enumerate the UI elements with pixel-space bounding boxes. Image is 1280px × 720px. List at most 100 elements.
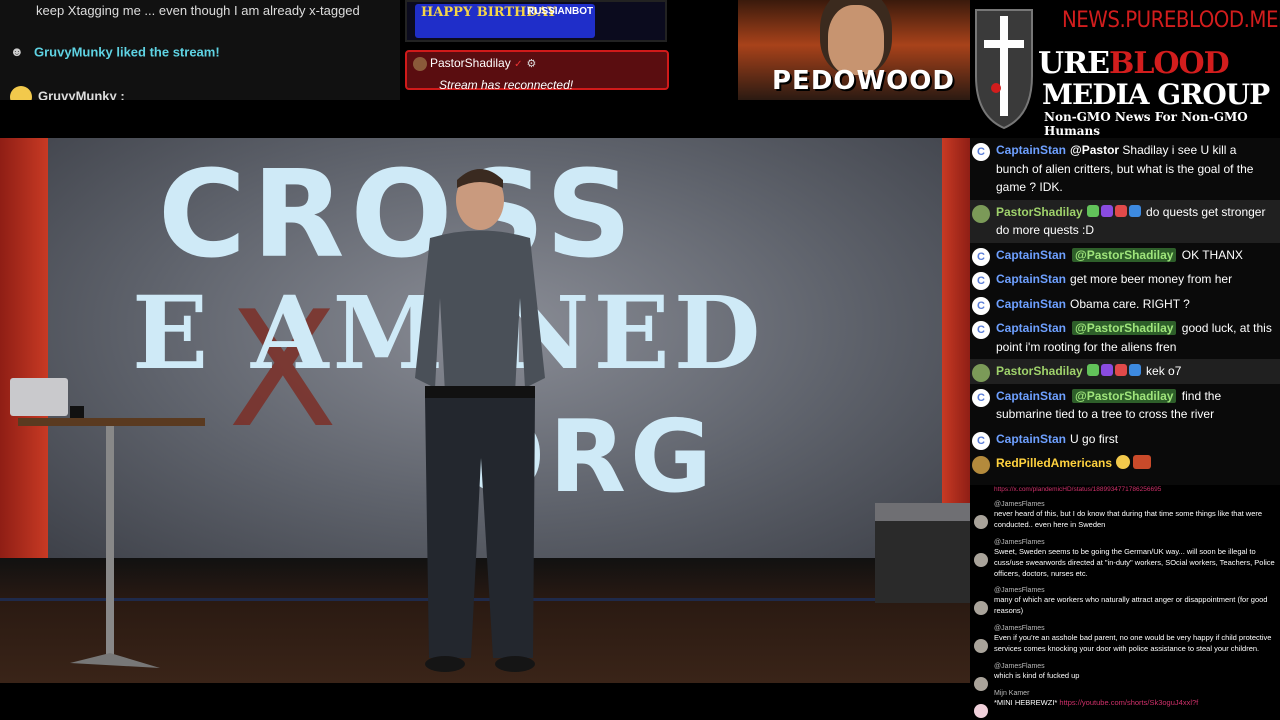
chat-username[interactable]: CaptainStan <box>996 248 1066 262</box>
chat-username[interactable]: PastorShadilay <box>996 364 1083 378</box>
badge-icon <box>1128 204 1141 217</box>
chat-text: OK THANX <box>1181 247 1243 262</box>
chat-message: @JamesFlames many of which are workers wh… <box>970 587 1280 616</box>
brand-line-2: MEDIA GROUP <box>1042 78 1270 111</box>
avatar[interactable] <box>974 515 988 529</box>
avatar <box>413 56 427 71</box>
chat-text: Even if you're an asshole bad parent, no… <box>994 633 1272 653</box>
chat-username[interactable]: CaptainStan <box>996 272 1066 286</box>
brand-logo: NEWS.PUREBLOOD.MEDIA UREBLOOD MEDIA GROU… <box>970 0 1280 138</box>
chat-username[interactable]: CaptainStan <box>996 143 1066 157</box>
chat-message: C CaptainStan @Pastor Shadilay i see U kil… <box>970 138 1280 200</box>
avatar[interactable]: C <box>972 296 990 315</box>
gear-icon[interactable]: ⚙ <box>526 58 536 70</box>
chat-mention[interactable]: @PastorShadilay <box>1072 388 1177 403</box>
chat-message: RedPilledAmericans <box>970 451 1280 476</box>
podium-table <box>10 378 205 668</box>
portrait-image <box>828 5 884 75</box>
badge-icon <box>1100 204 1113 217</box>
chat-username[interactable]: CaptainStan <box>996 432 1066 446</box>
chat-username[interactable]: CaptainStan <box>996 321 1066 335</box>
secondary-chat-panel[interactable]: https://x.com/plandemicHD/status/1889934… <box>970 485 1280 720</box>
avatar[interactable]: C <box>972 247 990 266</box>
badge-icon <box>1128 364 1141 376</box>
chat-username[interactable]: @JamesFlames <box>994 539 1276 546</box>
liked-text: GruvyMunky liked the stream! <box>34 44 220 60</box>
chat-username[interactable]: Mijn Kamer <box>994 690 1276 697</box>
chat-username[interactable]: CaptainStan <box>996 389 1066 403</box>
avatar[interactable] <box>974 677 988 691</box>
video-player[interactable]: X CROSS E AMINED .ORG <box>0 138 970 683</box>
thumbnail-label: PEDOWOOD <box>772 66 955 96</box>
chat-text: which is kind of fucked up <box>994 671 1080 680</box>
chat-message: @JamesFlames never heard of this, but I d… <box>970 501 1280 530</box>
avatar[interactable] <box>974 639 988 653</box>
chat-link[interactable]: https://youtube.com/shorts/Sk3oguJ4xxl?f <box>1059 698 1198 707</box>
badge-icon <box>1114 204 1127 217</box>
bot-tag: RUSSIANBOT <box>527 6 594 17</box>
badge-icon <box>1100 364 1113 376</box>
chat-username[interactable]: @JamesFlames <box>994 663 1276 670</box>
chat-mention[interactable]: @Pastor <box>1070 143 1122 157</box>
emote-icon <box>1133 455 1152 469</box>
overlay-chat: keep Xtagging me ... even though I am al… <box>0 0 400 100</box>
chat-text: kek o7 <box>1146 364 1182 378</box>
chat-message: Mijn Kamer *MINI HEBREWZI* https://youtub… <box>970 690 1280 718</box>
overlay-chat-line: GruvyMunky : <box>10 86 125 100</box>
badge-icon <box>1086 204 1099 217</box>
avatar[interactable] <box>972 364 990 382</box>
chat-text: Sweet, Sweden seems to be going the Germ… <box>994 547 1275 578</box>
chat-message: @JamesFlames Even if you're an asshole ba… <box>970 625 1280 654</box>
avatar[interactable] <box>972 456 990 474</box>
chat-message: C CaptainStan U go first <box>970 427 1280 452</box>
avatar[interactable]: C <box>972 321 990 339</box>
brand-line-1: UREBLOOD <box>1038 46 1230 81</box>
chat-username[interactable]: PastorShadilay <box>996 205 1083 219</box>
brand-tagline: Non-GMO News For Non-GMO Humans <box>1044 110 1248 138</box>
chat-message: PastorShadilay kek o7 <box>970 359 1280 384</box>
smiley-icon <box>10 86 32 100</box>
chat-message: C CaptainStan get more beer money from her <box>970 267 1280 292</box>
avatar[interactable]: C <box>972 388 990 407</box>
chat-text: never heard of this, but I do know that … <box>994 509 1263 529</box>
chat-username[interactable]: CaptainStan <box>996 297 1066 311</box>
chat-text: *MINI HEBREWZI* https://youtube.com/shor… <box>994 698 1199 707</box>
chat-username[interactable]: @JamesFlames <box>994 587 1276 594</box>
reconnect-alert: PastorShadilay ✓ ⚙ Stream has reconnected… <box>405 50 669 92</box>
stage-equipment <box>875 503 970 603</box>
speaker-figure <box>415 169 545 672</box>
alert-message: Stream has reconnected! <box>439 77 574 92</box>
avatar[interactable]: C <box>972 431 990 450</box>
avatar[interactable] <box>974 601 988 615</box>
promo-thumbnail: PEDOWOOD <box>738 0 970 100</box>
chat-message: @JamesFlames Sweet, Sweden seems to be go… <box>970 539 1280 579</box>
avatar[interactable] <box>974 704 988 718</box>
birthday-banner: HAPPY BIRTHDAY RUSSIANBOT <box>405 0 667 42</box>
chat-username[interactable]: RedPilledAmericans <box>996 456 1112 470</box>
chat-username[interactable]: @JamesFlames <box>994 501 1276 508</box>
chat-text: get more beer money from her <box>1070 272 1233 286</box>
live-chat-panel[interactable]: C CaptainStan @Pastor Shadilay i see U kil… <box>970 138 1280 485</box>
chat-message: C CaptainStan @PastorShadilay OK THANX <box>970 243 1280 268</box>
chat-mention[interactable]: @PastorShadilay <box>1072 321 1177 335</box>
chat-message: C CaptainStan @PastorShadilay find the sub… <box>970 384 1280 427</box>
chat-mention[interactable]: @PastorShadilay <box>1072 247 1177 262</box>
chat-message: PastorShadilay do quests get stronger do… <box>970 199 1280 243</box>
overlay-like-notice: ☻ GruvyMunky liked the stream! <box>10 44 220 62</box>
overlay-chat-line: keep Xtagging me ... even though I am al… <box>36 3 360 18</box>
alert-header: PastorShadilay ✓ ⚙ <box>413 56 661 71</box>
chat-text: many of which are workers who naturally … <box>994 595 1268 615</box>
shield-cross-icon <box>975 9 1033 130</box>
avatar[interactable]: C <box>972 272 990 290</box>
alert-username: PastorShadilay <box>430 56 511 70</box>
avatar[interactable] <box>974 553 988 567</box>
badge-icon <box>1114 364 1127 376</box>
chat-message: C CaptainStan @PastorShadilay good luck, a… <box>970 316 1280 359</box>
chat-username[interactable]: @JamesFlames <box>994 625 1276 632</box>
avatar[interactable] <box>972 204 990 223</box>
site-url: NEWS.PUREBLOOD.MEDIA <box>1062 8 1280 33</box>
avatar[interactable]: C <box>972 143 990 161</box>
chat-link[interactable]: https://x.com/plandemicHD/status/1889934… <box>994 486 1161 493</box>
user-icon: ☻ <box>10 44 24 59</box>
emote-icon <box>1116 455 1131 469</box>
